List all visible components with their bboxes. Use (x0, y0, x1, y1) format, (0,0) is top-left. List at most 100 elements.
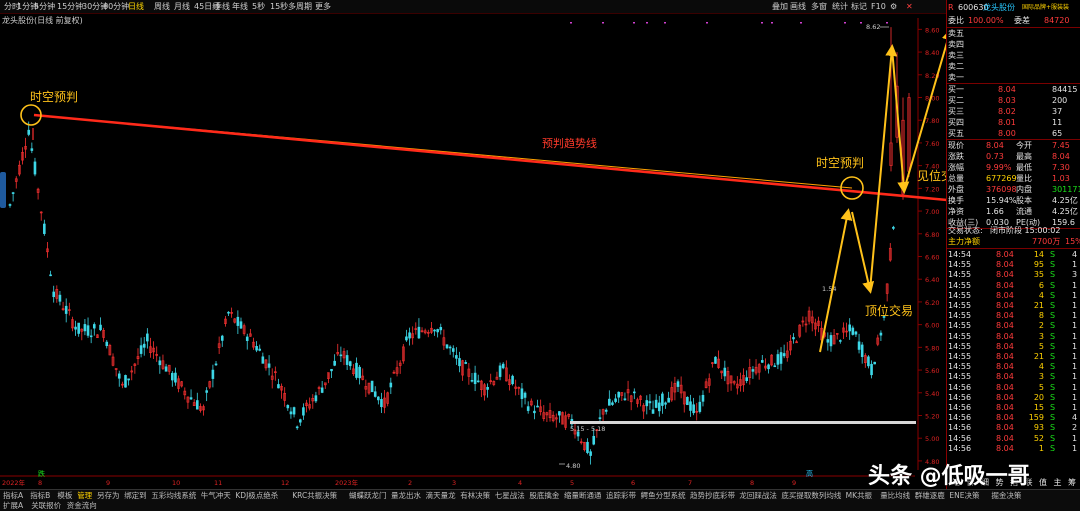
side-collapse-handle[interactable] (0, 172, 6, 208)
candle-body (142, 343, 146, 348)
period-tab-7[interactable]: 周线 (154, 0, 170, 14)
candle-body (52, 291, 56, 298)
tick-row: 14:55 8.04 8 S 1 (948, 311, 1080, 321)
candle-body (214, 363, 218, 366)
toolbar-item-5[interactable]: F10 (871, 0, 886, 14)
period-tab-13[interactable]: 15秒 (270, 0, 288, 14)
date-tick-label: 3 (452, 479, 456, 487)
candle-body (686, 396, 689, 406)
candlestick-chart[interactable]: 8.608.408.208.007.807.607.407.207.006.80… (0, 0, 947, 490)
main-funds-row: 主力净额 7700万 15% (948, 237, 1080, 247)
stat-value: 1.66 (986, 207, 1004, 216)
period-tab-10[interactable]: 季线 (214, 0, 230, 14)
panel-tab-7[interactable]: 主 (1054, 478, 1062, 488)
candle-body (854, 331, 858, 335)
candle-body (536, 405, 539, 408)
candle-body (333, 360, 336, 366)
candle-body (49, 274, 52, 277)
candle-body (829, 335, 833, 347)
date-tick-label: 8 (750, 479, 754, 487)
extension-tab-1[interactable]: 关联报价 (31, 500, 61, 511)
extension-tab-2[interactable]: 资金流向 (67, 500, 97, 511)
tick-side: S (1050, 270, 1056, 280)
stat-value: 4.25亿 (1052, 196, 1078, 205)
candle-body (623, 398, 627, 401)
stat-row: 总量 677269 量比 1.03 (948, 174, 1080, 184)
candles (8, 121, 895, 465)
candle-body (77, 322, 80, 334)
event-mark-up: 高 (806, 469, 813, 478)
candle-body (851, 327, 855, 335)
candle-body (127, 378, 130, 381)
extension-tab-0[interactable]: 扩展A (3, 500, 23, 511)
period-tab-3[interactable]: 15分钟 (57, 0, 83, 14)
tick-row: 14:55 8.04 4 S 1 (948, 291, 1080, 301)
candle-body (174, 372, 177, 383)
candle-body (848, 324, 851, 332)
candle-body (30, 148, 34, 151)
date-tick-label: 10 (172, 479, 180, 487)
candle-body (267, 363, 271, 368)
price-tick-label: 6.20 (925, 299, 939, 307)
settings-icon[interactable]: ⚙ (890, 0, 897, 14)
period-tab-2[interactable]: 5分钟 (34, 0, 55, 14)
price-tick-label: 5.40 (925, 390, 939, 398)
stock-chart-title: 龙头股份(日线 前复权) (2, 16, 83, 25)
tick-volume: 14 (1033, 250, 1044, 259)
concept-sticker: 国际品牌+服装装 (1022, 4, 1070, 11)
toolbar-item-2[interactable]: 多窗 (811, 0, 827, 14)
ask-label: 卖五 (948, 29, 964, 38)
candle-body (751, 369, 755, 372)
tick-side: S (1050, 311, 1056, 321)
bid-price: 8.04 (998, 85, 1016, 94)
tick-time: 14:56 (948, 433, 972, 443)
tick-volume: 3 (1038, 331, 1044, 341)
tick-count: 1 (1072, 352, 1078, 361)
tick-time: 14:56 (948, 443, 972, 453)
candle-body (433, 329, 436, 332)
tick-count: 4 (1072, 250, 1078, 259)
panel-tab-6[interactable]: 值 (1039, 478, 1047, 488)
period-tab-6[interactable]: 日线 (128, 0, 144, 14)
candle-body (511, 375, 514, 385)
period-tab-12[interactable]: 5秒 (252, 0, 265, 14)
signal-dot (771, 22, 773, 24)
stock-name: 龙头股份 (983, 3, 1015, 12)
stat-label: 量比 (1016, 174, 1032, 183)
period-tab-15[interactable]: 更多 (315, 0, 331, 14)
candle-body (417, 326, 421, 339)
candle-body (633, 391, 636, 394)
tick-count: 1 (1072, 372, 1078, 382)
tick-count: 1 (1072, 321, 1078, 331)
toolbar-item-1[interactable]: 画线 (790, 0, 806, 14)
candle-body (879, 332, 883, 336)
ask-label: 卖四 (948, 40, 964, 49)
toolbar-item-4[interactable]: 标记 (851, 0, 867, 14)
tick-volume: 93 (1033, 423, 1044, 433)
tick-volume: 4 (1038, 362, 1044, 372)
support-range-bar (570, 421, 916, 424)
tick-volume: 1 (1038, 443, 1044, 453)
candle-body (245, 336, 249, 341)
toolbar-item-3[interactable]: 统计 (832, 0, 848, 14)
period-tab-8[interactable]: 月线 (174, 0, 190, 14)
panel-tab-8[interactable]: 筹 (1068, 478, 1076, 488)
candle-body (220, 335, 224, 341)
status-value: 闭市阶段 15:00:02 (990, 226, 1061, 235)
period-tab-14[interactable]: 多周期 (288, 0, 312, 14)
tick-side: S (1050, 352, 1056, 361)
period-tab-11[interactable]: 年线 (232, 0, 248, 14)
period-tab-5[interactable]: 60分钟 (103, 0, 129, 14)
candle-body (589, 451, 592, 456)
candle-body (648, 401, 652, 404)
tick-volume: 35 (1033, 270, 1044, 280)
close-icon[interactable]: ✕ (906, 0, 913, 14)
tick-price: 8.04 (996, 352, 1014, 361)
tick-count: 1 (1072, 433, 1078, 443)
toolbar-item-0[interactable]: 叠加 (772, 0, 788, 14)
ask-row: 卖一 (948, 73, 1080, 83)
ask-label: 卖二 (948, 62, 964, 71)
ask-label: 卖一 (948, 73, 964, 82)
candle-body (43, 223, 46, 234)
candle-body (83, 324, 87, 332)
